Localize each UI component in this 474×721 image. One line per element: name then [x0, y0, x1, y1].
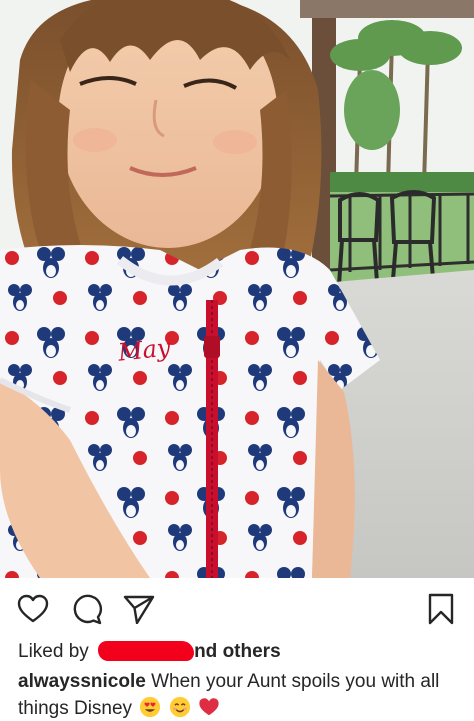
embroidered-name: May: [116, 333, 172, 367]
redacted-username: [98, 641, 195, 661]
likes-line: Liked by nd others: [18, 640, 458, 664]
liked-by-label: Liked by: [18, 641, 89, 662]
comment-bubble-icon: [73, 594, 103, 625]
caption-username[interactable]: alwayssnicole: [18, 671, 146, 692]
post-caption: alwayssnicole When your Aunt spoils you …: [18, 668, 458, 721]
bookmark-outline-icon: [428, 593, 454, 625]
like-button[interactable]: [16, 592, 50, 626]
share-button[interactable]: [122, 592, 156, 626]
smiling-face-emoji-icon: [169, 696, 190, 718]
action-bar: [0, 584, 474, 634]
heart-eyes-emoji-icon: [140, 696, 161, 718]
red-heart-emoji-icon: [199, 698, 219, 716]
likes-others-link[interactable]: others: [223, 641, 281, 662]
save-button[interactable]: [424, 592, 458, 626]
comment-button[interactable]: [70, 592, 104, 626]
liked-by-partial[interactable]: nd: [194, 641, 217, 662]
post-photo-illustration: [0, 0, 474, 578]
heart-outline-icon: [17, 594, 49, 623]
paper-plane-icon: [123, 595, 155, 624]
post-photo[interactable]: May: [0, 0, 474, 578]
